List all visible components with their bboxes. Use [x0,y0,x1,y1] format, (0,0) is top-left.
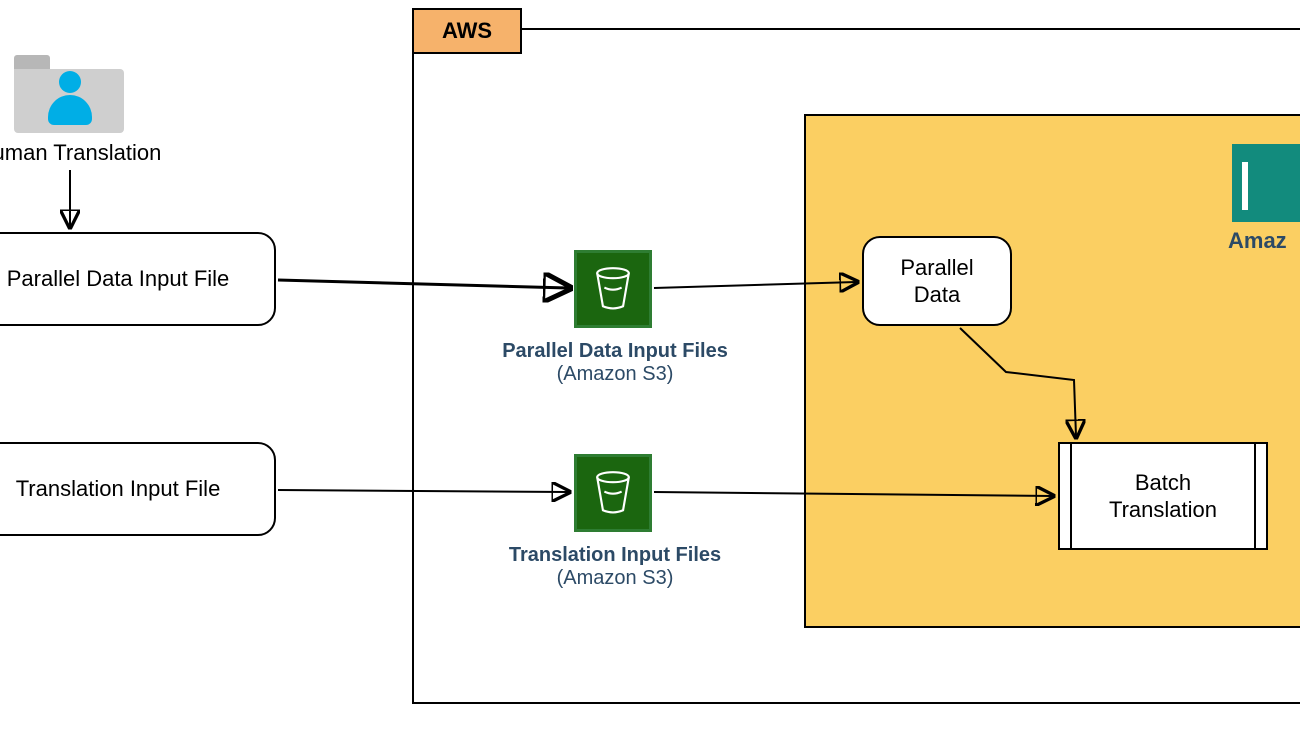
s3-bucket-icon [574,250,652,328]
folder-icon [14,55,124,133]
s3-parallel-icon [574,250,652,328]
parallel-data-input-file-box: Parallel Data Input File [0,232,276,326]
human-translation-label: Human Translation [0,140,174,166]
aws-tab: AWS [412,8,522,54]
amazon-translate-label: Amaz [1228,228,1287,254]
s3-translation-sub: (Amazon S3) [470,567,760,590]
translation-input-file-label: Translation Input File [16,475,221,503]
s3-parallel-title: Parallel Data Input Files [470,340,760,363]
parallel-data-label: Parallel Data [900,254,973,309]
amazon-translate-icon [1232,144,1300,222]
s3-translation-caption: Translation Input Files (Amazon S3) [470,544,760,590]
parallel-data-input-file-label: Parallel Data Input File [7,265,230,293]
amazon-translate-region [804,114,1300,628]
translation-input-file-box: Translation Input File [0,442,276,536]
diagram-canvas: Human Translation Parallel Data Input Fi… [0,0,1300,731]
aws-tab-label: AWS [442,18,492,44]
s3-parallel-caption: Parallel Data Input Files (Amazon S3) [470,340,760,386]
batch-translation-box: Batch Translation [1058,442,1268,550]
s3-translation-title: Translation Input Files [470,544,760,567]
batch-translation-label: Batch Translation [1109,469,1217,524]
s3-bucket-icon [574,454,652,532]
s3-translation-icon [574,454,652,532]
parallel-data-box: Parallel Data [862,236,1012,326]
person-icon [48,71,92,125]
s3-parallel-sub: (Amazon S3) [470,363,760,386]
